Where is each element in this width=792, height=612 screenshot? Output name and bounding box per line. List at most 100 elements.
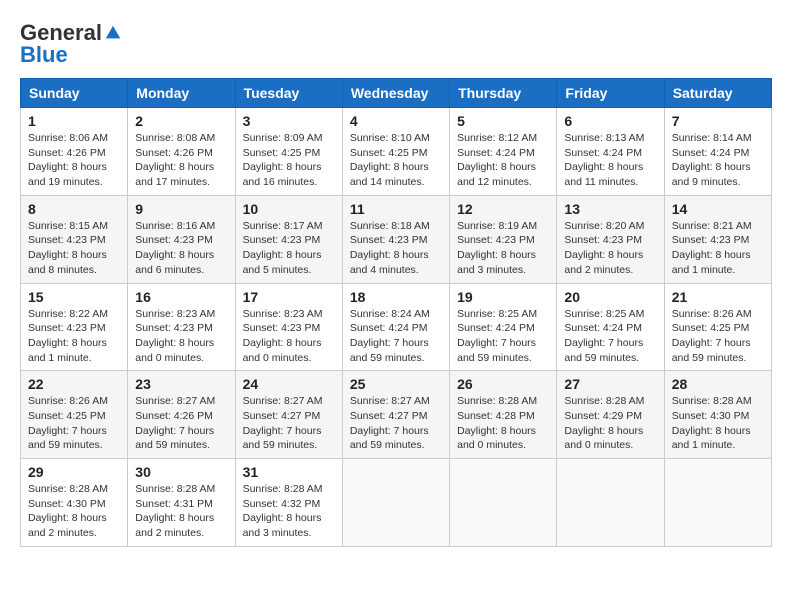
day-info: Sunrise: 8:19 AM Sunset: 4:23 PM Dayligh…: [457, 219, 549, 278]
calendar-cell: 17 Sunrise: 8:23 AM Sunset: 4:23 PM Dayl…: [235, 283, 342, 371]
calendar-cell: 7 Sunrise: 8:14 AM Sunset: 4:24 PM Dayli…: [664, 108, 771, 196]
calendar-cell: 4 Sunrise: 8:10 AM Sunset: 4:25 PM Dayli…: [342, 108, 449, 196]
calendar-header-row: SundayMondayTuesdayWednesdayThursdayFrid…: [21, 79, 772, 108]
calendar-cell: 30 Sunrise: 8:28 AM Sunset: 4:31 PM Dayl…: [128, 459, 235, 547]
day-number: 22: [28, 376, 120, 392]
day-number: 23: [135, 376, 227, 392]
day-number: 26: [457, 376, 549, 392]
calendar-cell: 8 Sunrise: 8:15 AM Sunset: 4:23 PM Dayli…: [21, 195, 128, 283]
calendar-cell: 27 Sunrise: 8:28 AM Sunset: 4:29 PM Dayl…: [557, 371, 664, 459]
day-number: 14: [672, 201, 764, 217]
day-number: 3: [243, 113, 335, 129]
header-saturday: Saturday: [664, 79, 771, 108]
calendar-cell: 26 Sunrise: 8:28 AM Sunset: 4:28 PM Dayl…: [450, 371, 557, 459]
calendar-cell: 31 Sunrise: 8:28 AM Sunset: 4:32 PM Dayl…: [235, 459, 342, 547]
header-monday: Monday: [128, 79, 235, 108]
day-number: 5: [457, 113, 549, 129]
day-info: Sunrise: 8:28 AM Sunset: 4:30 PM Dayligh…: [28, 482, 120, 541]
day-info: Sunrise: 8:16 AM Sunset: 4:23 PM Dayligh…: [135, 219, 227, 278]
calendar-cell: 19 Sunrise: 8:25 AM Sunset: 4:24 PM Dayl…: [450, 283, 557, 371]
header-thursday: Thursday: [450, 79, 557, 108]
day-number: 6: [564, 113, 656, 129]
calendar-cell: 23 Sunrise: 8:27 AM Sunset: 4:26 PM Dayl…: [128, 371, 235, 459]
calendar-cell: [664, 459, 771, 547]
day-number: 10: [243, 201, 335, 217]
day-number: 2: [135, 113, 227, 129]
day-number: 9: [135, 201, 227, 217]
calendar-week-3: 15 Sunrise: 8:22 AM Sunset: 4:23 PM Dayl…: [21, 283, 772, 371]
calendar-cell: 6 Sunrise: 8:13 AM Sunset: 4:24 PM Dayli…: [557, 108, 664, 196]
day-number: 18: [350, 289, 442, 305]
calendar-cell: 9 Sunrise: 8:16 AM Sunset: 4:23 PM Dayli…: [128, 195, 235, 283]
calendar-week-5: 29 Sunrise: 8:28 AM Sunset: 4:30 PM Dayl…: [21, 459, 772, 547]
calendar-cell: 12 Sunrise: 8:19 AM Sunset: 4:23 PM Dayl…: [450, 195, 557, 283]
logo-icon: [104, 24, 122, 42]
day-info: Sunrise: 8:21 AM Sunset: 4:23 PM Dayligh…: [672, 219, 764, 278]
day-info: Sunrise: 8:28 AM Sunset: 4:30 PM Dayligh…: [672, 394, 764, 453]
day-info: Sunrise: 8:14 AM Sunset: 4:24 PM Dayligh…: [672, 131, 764, 190]
calendar-cell: 14 Sunrise: 8:21 AM Sunset: 4:23 PM Dayl…: [664, 195, 771, 283]
day-number: 24: [243, 376, 335, 392]
header-wednesday: Wednesday: [342, 79, 449, 108]
calendar-table: SundayMondayTuesdayWednesdayThursdayFrid…: [20, 78, 772, 547]
calendar-cell: 3 Sunrise: 8:09 AM Sunset: 4:25 PM Dayli…: [235, 108, 342, 196]
day-number: 7: [672, 113, 764, 129]
day-info: Sunrise: 8:25 AM Sunset: 4:24 PM Dayligh…: [564, 307, 656, 366]
calendar-cell: 1 Sunrise: 8:06 AM Sunset: 4:26 PM Dayli…: [21, 108, 128, 196]
logo: General Blue: [20, 20, 122, 68]
day-info: Sunrise: 8:18 AM Sunset: 4:23 PM Dayligh…: [350, 219, 442, 278]
day-info: Sunrise: 8:27 AM Sunset: 4:27 PM Dayligh…: [350, 394, 442, 453]
day-number: 12: [457, 201, 549, 217]
day-info: Sunrise: 8:27 AM Sunset: 4:27 PM Dayligh…: [243, 394, 335, 453]
calendar-cell: 13 Sunrise: 8:20 AM Sunset: 4:23 PM Dayl…: [557, 195, 664, 283]
page-header: General Blue: [20, 20, 772, 68]
day-number: 13: [564, 201, 656, 217]
day-info: Sunrise: 8:10 AM Sunset: 4:25 PM Dayligh…: [350, 131, 442, 190]
day-number: 20: [564, 289, 656, 305]
calendar-cell: 28 Sunrise: 8:28 AM Sunset: 4:30 PM Dayl…: [664, 371, 771, 459]
day-info: Sunrise: 8:23 AM Sunset: 4:23 PM Dayligh…: [135, 307, 227, 366]
logo-blue-text: Blue: [20, 42, 68, 68]
day-info: Sunrise: 8:06 AM Sunset: 4:26 PM Dayligh…: [28, 131, 120, 190]
day-info: Sunrise: 8:28 AM Sunset: 4:32 PM Dayligh…: [243, 482, 335, 541]
day-info: Sunrise: 8:28 AM Sunset: 4:29 PM Dayligh…: [564, 394, 656, 453]
day-info: Sunrise: 8:13 AM Sunset: 4:24 PM Dayligh…: [564, 131, 656, 190]
day-info: Sunrise: 8:27 AM Sunset: 4:26 PM Dayligh…: [135, 394, 227, 453]
day-number: 8: [28, 201, 120, 217]
day-info: Sunrise: 8:24 AM Sunset: 4:24 PM Dayligh…: [350, 307, 442, 366]
day-info: Sunrise: 8:25 AM Sunset: 4:24 PM Dayligh…: [457, 307, 549, 366]
day-number: 30: [135, 464, 227, 480]
day-number: 29: [28, 464, 120, 480]
header-tuesday: Tuesday: [235, 79, 342, 108]
day-info: Sunrise: 8:17 AM Sunset: 4:23 PM Dayligh…: [243, 219, 335, 278]
calendar-week-1: 1 Sunrise: 8:06 AM Sunset: 4:26 PM Dayli…: [21, 108, 772, 196]
day-number: 1: [28, 113, 120, 129]
day-number: 11: [350, 201, 442, 217]
day-info: Sunrise: 8:12 AM Sunset: 4:24 PM Dayligh…: [457, 131, 549, 190]
calendar-cell: 29 Sunrise: 8:28 AM Sunset: 4:30 PM Dayl…: [21, 459, 128, 547]
calendar-cell: [557, 459, 664, 547]
calendar-cell: 22 Sunrise: 8:26 AM Sunset: 4:25 PM Dayl…: [21, 371, 128, 459]
day-info: Sunrise: 8:09 AM Sunset: 4:25 PM Dayligh…: [243, 131, 335, 190]
day-info: Sunrise: 8:20 AM Sunset: 4:23 PM Dayligh…: [564, 219, 656, 278]
calendar-week-2: 8 Sunrise: 8:15 AM Sunset: 4:23 PM Dayli…: [21, 195, 772, 283]
calendar-cell: [450, 459, 557, 547]
day-info: Sunrise: 8:15 AM Sunset: 4:23 PM Dayligh…: [28, 219, 120, 278]
day-number: 4: [350, 113, 442, 129]
calendar-cell: 25 Sunrise: 8:27 AM Sunset: 4:27 PM Dayl…: [342, 371, 449, 459]
day-info: Sunrise: 8:23 AM Sunset: 4:23 PM Dayligh…: [243, 307, 335, 366]
calendar-cell: 2 Sunrise: 8:08 AM Sunset: 4:26 PM Dayli…: [128, 108, 235, 196]
calendar-cell: 16 Sunrise: 8:23 AM Sunset: 4:23 PM Dayl…: [128, 283, 235, 371]
day-info: Sunrise: 8:26 AM Sunset: 4:25 PM Dayligh…: [28, 394, 120, 453]
day-info: Sunrise: 8:28 AM Sunset: 4:31 PM Dayligh…: [135, 482, 227, 541]
day-number: 17: [243, 289, 335, 305]
calendar-cell: 24 Sunrise: 8:27 AM Sunset: 4:27 PM Dayl…: [235, 371, 342, 459]
day-number: 28: [672, 376, 764, 392]
calendar-cell: 10 Sunrise: 8:17 AM Sunset: 4:23 PM Dayl…: [235, 195, 342, 283]
day-info: Sunrise: 8:28 AM Sunset: 4:28 PM Dayligh…: [457, 394, 549, 453]
calendar-week-4: 22 Sunrise: 8:26 AM Sunset: 4:25 PM Dayl…: [21, 371, 772, 459]
calendar-cell: 11 Sunrise: 8:18 AM Sunset: 4:23 PM Dayl…: [342, 195, 449, 283]
calendar-cell: 21 Sunrise: 8:26 AM Sunset: 4:25 PM Dayl…: [664, 283, 771, 371]
header-sunday: Sunday: [21, 79, 128, 108]
day-info: Sunrise: 8:08 AM Sunset: 4:26 PM Dayligh…: [135, 131, 227, 190]
